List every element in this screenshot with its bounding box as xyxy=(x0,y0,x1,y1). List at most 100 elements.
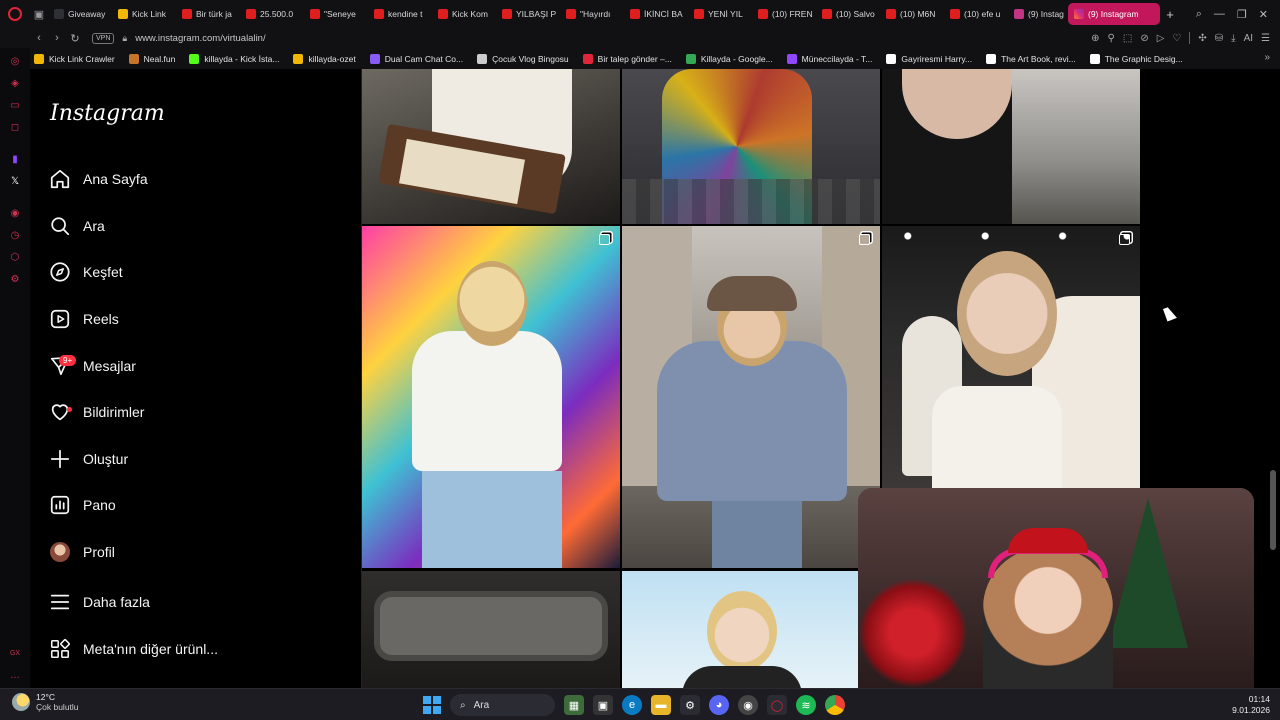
nav-item-create[interactable]: Oluştur xyxy=(48,441,348,477)
browser-tab[interactable]: Bir türk ja xyxy=(176,3,238,25)
bookmark-item[interactable]: Killayda - Google... xyxy=(685,53,773,64)
bookmark-item[interactable]: The Art Book, revi... xyxy=(986,53,1076,64)
more-icon[interactable]: … xyxy=(9,670,21,682)
chrome-icon[interactable] xyxy=(825,695,845,715)
workspaces-icon[interactable]: ▣ xyxy=(30,0,48,28)
post-thumbnail[interactable] xyxy=(622,69,880,224)
download-icon[interactable]: ⤓ xyxy=(1231,33,1235,44)
spotify-icon[interactable]: ≋ xyxy=(796,695,816,715)
post-thumbnail[interactable] xyxy=(882,69,1140,224)
bookmark-item[interactable]: Neal.fun xyxy=(128,53,175,64)
file-explorer-icon[interactable]: ▬ xyxy=(651,695,671,715)
browser-tab[interactable]: YILBAŞI P xyxy=(496,3,558,25)
opera-logo-icon[interactable] xyxy=(0,0,30,28)
pin-icon[interactable]: ⚲ xyxy=(1108,33,1115,44)
search-tabs-icon[interactable]: ⌕ xyxy=(1196,8,1202,21)
weather-widget[interactable]: 12°C Çok bulutlu xyxy=(12,692,79,712)
bookmark-item[interactable]: Kick Link Crawler xyxy=(34,53,115,64)
bookmark-item[interactable]: Gayriresmi Harry... xyxy=(886,53,972,64)
messenger-sidebar-icon[interactable]: ▭ xyxy=(9,100,21,112)
nav-item-home[interactable]: Ana Sayfa xyxy=(48,161,348,197)
post-thumbnail[interactable] xyxy=(882,226,1140,488)
nav-item-profile[interactable]: Profil xyxy=(48,534,348,570)
zoom-icon[interactable]: ⊕ xyxy=(1091,33,1099,44)
nav-item-messages[interactable]: 9+ Mesajlar xyxy=(48,348,348,384)
steam-icon[interactable]: ⚙ xyxy=(680,695,700,715)
settings-icon[interactable]: ⚙ xyxy=(9,274,21,286)
browser-tab[interactable]: (10) M6N xyxy=(880,3,942,25)
bookmark-heart-icon[interactable]: ♡ xyxy=(1172,33,1181,44)
vpn-badge[interactable]: VPN xyxy=(92,32,115,44)
twitch-icon[interactable]: ▮ xyxy=(9,154,21,166)
tab-instagram-active[interactable]: (9) Instagram xyxy=(1068,3,1160,25)
instagram-logo[interactable]: Instagram xyxy=(50,101,165,126)
player-sidebar-icon[interactable]: ◉ xyxy=(9,208,21,220)
browser-tab[interactable]: "Seneye xyxy=(304,3,366,25)
maximize-button[interactable]: ❐ xyxy=(1237,8,1247,21)
browser-tab[interactable]: Kick Kom xyxy=(432,3,494,25)
lock-icon[interactable]: 🔒︎ xyxy=(122,33,127,44)
bookmark-item[interactable]: Çocuk Vlog Bingosu xyxy=(477,53,569,64)
back-button[interactable]: ‹ xyxy=(30,32,48,44)
aria-icon[interactable]: ◎ xyxy=(9,56,21,68)
extensions-sidebar-icon[interactable]: ⬡ xyxy=(9,252,21,264)
nav-item-dashboard[interactable]: Pano xyxy=(48,487,348,523)
page-scrollbar[interactable] xyxy=(1270,470,1276,550)
browser-tab[interactable]: (10) FREN xyxy=(752,3,814,25)
player-icon[interactable]: ▷ xyxy=(1157,33,1165,44)
browser-tab[interactable]: (10) efe u xyxy=(944,3,1006,25)
aria-ai-button[interactable]: AI xyxy=(1244,33,1253,44)
reload-button[interactable]: ↻ xyxy=(66,32,84,45)
nav-item-notifications[interactable]: Bildirimler xyxy=(48,394,348,430)
browser-tab[interactable]: (9) Instag xyxy=(1008,3,1068,25)
history-icon[interactable]: ◷ xyxy=(9,230,21,242)
browser-tab[interactable]: Kick Link xyxy=(112,3,174,25)
browser-tab[interactable]: "Hayırdı xyxy=(560,3,622,25)
browser-tab[interactable]: Giveaway xyxy=(48,3,110,25)
bookmark-item[interactable]: The Graphic Desig... xyxy=(1089,53,1183,64)
task-view-icon[interactable]: ▦ xyxy=(564,695,584,715)
forward-button[interactable]: › xyxy=(48,32,66,44)
bookmark-item[interactable]: killayda - Kick İsta... xyxy=(189,53,279,64)
nav-item-more[interactable]: Daha fazla xyxy=(48,584,348,620)
easy-setup-icon[interactable]: ☰ xyxy=(1261,33,1270,44)
wallet-icon[interactable]: ⛁ xyxy=(1215,33,1223,44)
browser-tab[interactable]: kendine t xyxy=(368,3,430,25)
adblock-icon[interactable]: ⊘ xyxy=(1140,33,1148,44)
edge-icon[interactable]: e xyxy=(622,695,642,715)
bookmark-item[interactable]: Müneccilayda - T... xyxy=(786,53,872,64)
discord-icon[interactable]: ◕ xyxy=(709,695,729,715)
instagram-sidebar-icon[interactable]: ◻ xyxy=(9,122,21,134)
crypto-wallet-icon[interactable]: ◈ xyxy=(9,78,21,90)
x-icon[interactable]: 𝕏 xyxy=(9,176,21,188)
post-thumbnail[interactable] xyxy=(362,69,620,224)
browser-tab[interactable]: (10) Salvo xyxy=(816,3,878,25)
bookmark-item[interactable]: killayda-ozet xyxy=(293,53,356,64)
nav-item-search[interactable]: Ara xyxy=(48,208,348,244)
taskbar-search[interactable]: ⌕ Ara xyxy=(450,694,555,716)
post-thumbnail[interactable] xyxy=(622,226,880,568)
extensions-icon[interactable]: ✣ xyxy=(1198,33,1206,44)
url-field[interactable]: www.instagram.com/virtualalin/ xyxy=(135,33,265,44)
windows-start-icon[interactable] xyxy=(423,696,441,714)
nav-item-explore[interactable]: Keşfet xyxy=(48,254,348,290)
browser-tab[interactable]: YENİ YIL xyxy=(688,3,750,25)
snapshot-icon[interactable]: ⬚ xyxy=(1123,33,1132,44)
nav-item-reels[interactable]: Reels xyxy=(48,301,348,337)
minimize-button[interactable]: — xyxy=(1214,8,1225,20)
bookmark-item[interactable]: Dual Cam Chat Co... xyxy=(369,53,463,64)
obs-icon[interactable]: ◉ xyxy=(738,695,758,715)
new-tab-button[interactable]: + xyxy=(1160,7,1180,22)
gx-icon[interactable]: GX xyxy=(9,648,21,660)
bookmark-item[interactable]: Bir talep gönder –... xyxy=(582,53,672,64)
post-thumbnail[interactable] xyxy=(362,571,620,688)
system-clock[interactable]: 01:14 9.01.2026 xyxy=(1232,694,1270,716)
post-thumbnail[interactable] xyxy=(622,571,860,688)
bookmarks-more-icon[interactable]: » xyxy=(1264,52,1270,63)
widgets-icon[interactable]: ▣ xyxy=(593,695,613,715)
browser-tab[interactable]: İKİNCİ BA xyxy=(624,3,686,25)
close-button[interactable]: ✕ xyxy=(1259,8,1268,21)
opera-gx-icon[interactable]: ◯ xyxy=(767,695,787,715)
post-thumbnail[interactable] xyxy=(362,226,620,568)
browser-tab[interactable]: 25.500.0 xyxy=(240,3,302,25)
